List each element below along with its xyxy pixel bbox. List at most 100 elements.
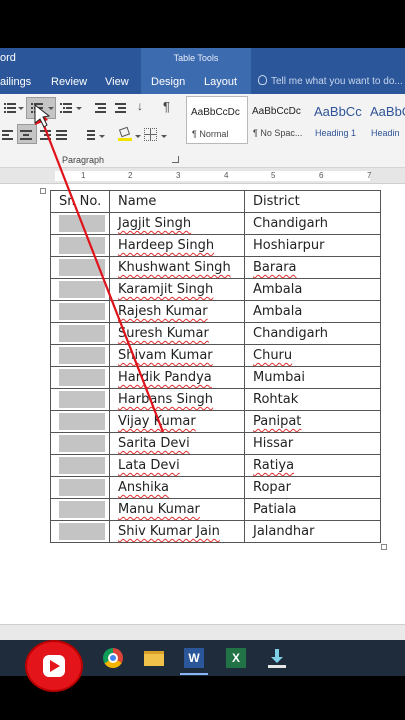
numbering-button[interactable] [26, 97, 56, 119]
center-align-button[interactable] [17, 124, 37, 144]
name-text: Sarita Devi [118, 436, 190, 451]
download-icon[interactable] [267, 648, 287, 668]
shading-dropdown-icon[interactable] [135, 135, 141, 138]
increase-indent-icon[interactable] [112, 102, 126, 114]
borders-icon[interactable] [144, 128, 157, 141]
tell-me-box[interactable]: Tell me what you want to do... [258, 75, 403, 87]
selected-cell-highlight [59, 435, 105, 452]
youtube-icon[interactable] [27, 642, 81, 690]
table-row: Lata Devi Ratiya [50, 454, 381, 477]
table-resize-handle[interactable] [381, 544, 387, 550]
district-cell[interactable]: Panipat [244, 410, 381, 433]
horizontal-ruler[interactable]: 1 2 3 4 5 6 7 [0, 168, 405, 184]
align-left-icon[interactable] [2, 129, 16, 141]
district-cell[interactable]: Rohtak [244, 388, 381, 411]
district-cell[interactable]: Mumbai [244, 366, 381, 389]
tab-review[interactable]: Review [51, 76, 87, 88]
district-text: Barara [253, 260, 297, 275]
align-right-icon[interactable] [40, 129, 54, 141]
table-row: Vijay Kumar Panipat [50, 410, 381, 433]
justify-icon[interactable] [56, 129, 70, 141]
ruler-number: 3 [176, 171, 181, 180]
tab-mailings[interactable]: ailings [0, 76, 31, 88]
name-cell[interactable]: Manu Kumar [109, 498, 245, 521]
paragraph-dialog-launcher-icon[interactable] [172, 156, 179, 163]
name-cell[interactable]: Shiv Kumar Jain [109, 520, 245, 543]
district-cell[interactable]: Chandigarh [244, 212, 381, 235]
district-cell[interactable]: Jalandhar [244, 520, 381, 543]
district-cell[interactable]: Ambala [244, 300, 381, 323]
name-cell[interactable]: Shivam Kumar [109, 344, 245, 367]
sr-no-cell[interactable] [50, 212, 110, 235]
sr-no-cell[interactable] [50, 278, 110, 301]
shading-icon[interactable] [118, 126, 132, 141]
excel-icon[interactable]: X [226, 648, 246, 668]
district-cell[interactable]: Hoshiarpur [244, 234, 381, 257]
header-name[interactable]: Name [109, 190, 245, 213]
sr-no-cell[interactable] [50, 520, 110, 543]
sr-no-cell[interactable] [50, 366, 110, 389]
header-sr-no[interactable]: Sr. No. [50, 190, 110, 213]
numbering-dropdown-icon[interactable] [48, 107, 54, 110]
file-explorer-icon[interactable] [144, 651, 164, 666]
tab-layout[interactable]: Layout [204, 76, 237, 88]
show-formatting-icon[interactable]: ¶ [163, 99, 170, 114]
style-no-spacing[interactable]: AaBbCcDc ¶ No Spac... [248, 96, 310, 144]
sr-no-cell[interactable] [50, 322, 110, 345]
sr-no-cell[interactable] [50, 432, 110, 455]
district-cell[interactable]: Ropar [244, 476, 381, 499]
multilevel-list-icon[interactable] [60, 102, 74, 114]
district-cell[interactable]: Ambala [244, 278, 381, 301]
sr-no-cell[interactable] [50, 256, 110, 279]
sr-no-cell[interactable] [50, 498, 110, 521]
district-table: Sr. No. Name District Jagjit Singh Chandi… [50, 190, 381, 543]
name-cell[interactable]: Vijay Kumar [109, 410, 245, 433]
bullets-dropdown-icon[interactable] [18, 107, 24, 110]
name-cell[interactable]: Jagjit Singh [109, 212, 245, 235]
line-spacing-icon[interactable] [82, 129, 96, 141]
tab-view[interactable]: View [105, 76, 129, 88]
name-cell[interactable]: Lata Devi [109, 454, 245, 477]
table-move-handle[interactable] [40, 188, 46, 194]
sr-no-cell[interactable] [50, 388, 110, 411]
style-normal[interactable]: AaBbCcDc ¶ Normal [186, 96, 248, 144]
name-cell[interactable]: Sarita Devi [109, 432, 245, 455]
screen-recording-frame: ord Table Tools ailings Review View Desi… [0, 0, 405, 720]
borders-dropdown-icon[interactable] [161, 135, 167, 138]
sr-no-cell[interactable] [50, 454, 110, 477]
table-row: Hardik Pandya Mumbai [50, 366, 381, 389]
name-cell[interactable]: Hardik Pandya [109, 366, 245, 389]
name-cell[interactable]: Khushwant Singh [109, 256, 245, 279]
district-cell[interactable]: Patiala [244, 498, 381, 521]
district-cell[interactable]: Hissar [244, 432, 381, 455]
district-cell[interactable]: Ratiya [244, 454, 381, 477]
name-cell[interactable]: Harbans Singh [109, 388, 245, 411]
name-cell[interactable]: Hardeep Singh [109, 234, 245, 257]
decrease-indent-icon[interactable] [92, 102, 106, 114]
district-cell[interactable]: Barara [244, 256, 381, 279]
multilevel-dropdown-icon[interactable] [76, 107, 82, 110]
sr-no-cell[interactable] [50, 410, 110, 433]
word-icon[interactable]: W [184, 648, 204, 668]
name-text: Jagjit Singh [118, 216, 192, 231]
ruler-number: 2 [128, 171, 133, 180]
header-district[interactable]: District [244, 190, 381, 213]
document-page[interactable]: Sr. No. Name District Jagjit Singh Chandi… [0, 184, 405, 624]
sort-icon[interactable]: ↓ [137, 99, 143, 113]
district-cell[interactable]: Chandigarh [244, 322, 381, 345]
bullets-icon[interactable] [4, 102, 18, 114]
style-heading-1[interactable]: AaBbCc Heading 1 [310, 96, 372, 144]
name-cell[interactable]: Karamjit Singh [109, 278, 245, 301]
tab-design[interactable]: Design [151, 76, 185, 88]
sr-no-cell[interactable] [50, 344, 110, 367]
sr-no-cell[interactable] [50, 300, 110, 323]
line-spacing-dropdown-icon[interactable] [99, 135, 105, 138]
name-cell[interactable]: Suresh Kumar [109, 322, 245, 345]
name-cell[interactable]: Anshika [109, 476, 245, 499]
chrome-icon[interactable] [103, 648, 123, 668]
district-cell[interactable]: Churu [244, 344, 381, 367]
style-heading-2[interactable]: AaBbC Headin [366, 96, 405, 144]
sr-no-cell[interactable] [50, 476, 110, 499]
sr-no-cell[interactable] [50, 234, 110, 257]
name-cell[interactable]: Rajesh Kumar [109, 300, 245, 323]
